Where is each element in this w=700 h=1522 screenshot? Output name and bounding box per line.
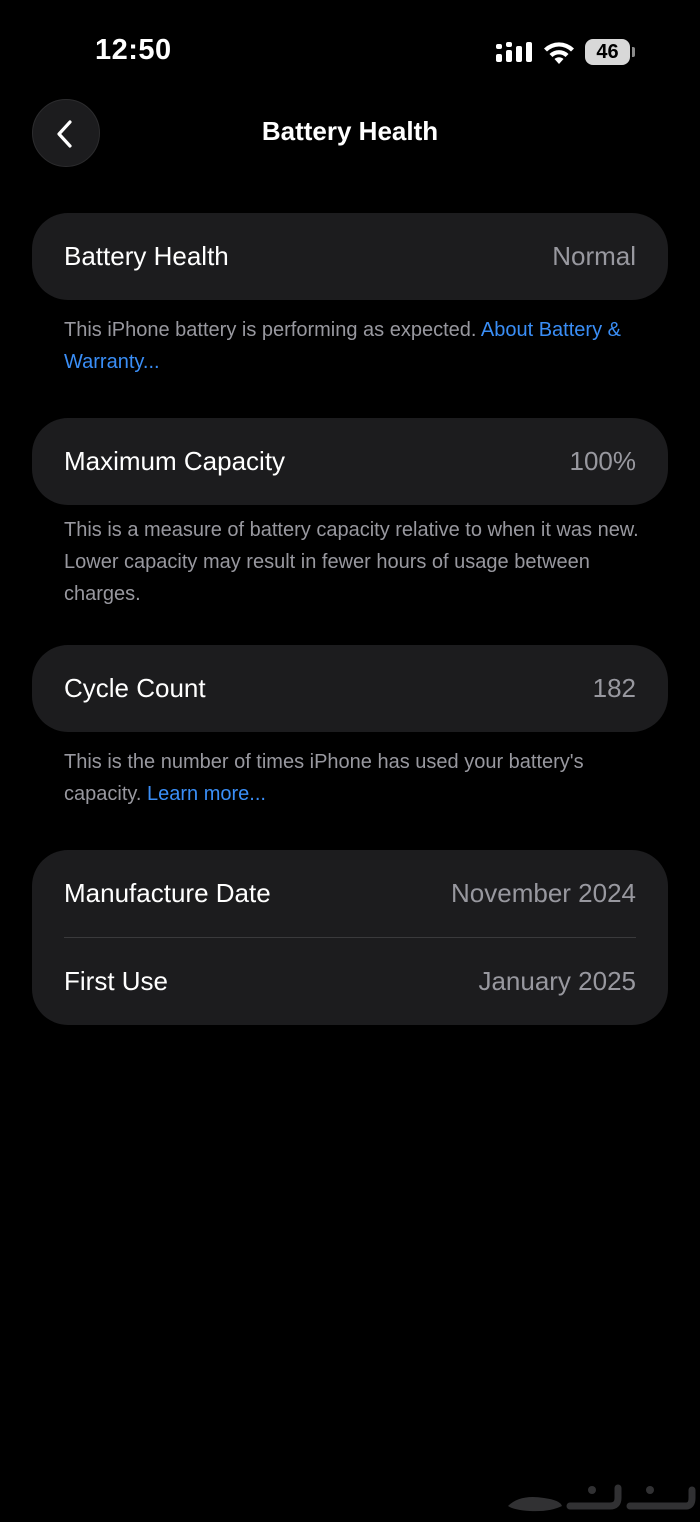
status-bar: 12:50 46 [0,0,700,100]
back-button[interactable] [32,99,100,167]
maximum-capacity-row: Maximum Capacity 100% [32,418,668,505]
wifi-icon [544,42,574,64]
battery-icon: 46 [585,39,637,65]
watermark-logo [508,1484,696,1512]
battery-level: 46 [596,41,619,63]
first-use-row: First Use January 2025 [32,938,668,1025]
first-use-label: First Use [64,966,168,996]
page-title: Battery Health [261,116,439,146]
cellular-signal-icon [496,42,532,62]
cycle-count-value: 182 [592,673,636,703]
learn-more-link[interactable]: Learn more... [147,783,266,805]
cycle-count-footnote-text: This is the number of times iPhone has u… [64,751,584,805]
battery-health-label: Battery Health [64,241,229,271]
cycle-count-label: Cycle Count [64,673,206,703]
maximum-capacity-value: 100% [569,446,637,476]
battery-health-footnote-text: This iPhone battery is performing as exp… [64,319,481,341]
maximum-capacity-card: Maximum Capacity 100% [32,418,668,505]
manufacture-date-row: Manufacture Date November 2024 [32,850,668,937]
cycle-count-footnote: This is the number of times iPhone has u… [64,746,639,810]
battery-health-footnote: This iPhone battery is performing as exp… [64,314,639,378]
battery-health-row: Battery Health Normal [32,213,668,300]
cycle-count-card: Cycle Count 182 [32,645,668,732]
status-time: 12:50 [95,34,172,66]
battery-health-value: Normal [552,241,636,271]
battery-health-card: Battery Health Normal [32,213,668,300]
maximum-capacity-footnote: This is a measure of battery capacity re… [64,519,639,605]
maximum-capacity-label: Maximum Capacity [64,446,286,476]
first-use-value: January 2025 [478,966,636,996]
chevron-left-icon [57,120,72,148]
cycle-count-row: Cycle Count 182 [32,645,668,732]
manufacture-date-value: November 2024 [451,878,636,908]
dates-card: Manufacture Date November 2024 First Use… [32,850,668,1025]
manufacture-date-label: Manufacture Date [64,878,271,908]
